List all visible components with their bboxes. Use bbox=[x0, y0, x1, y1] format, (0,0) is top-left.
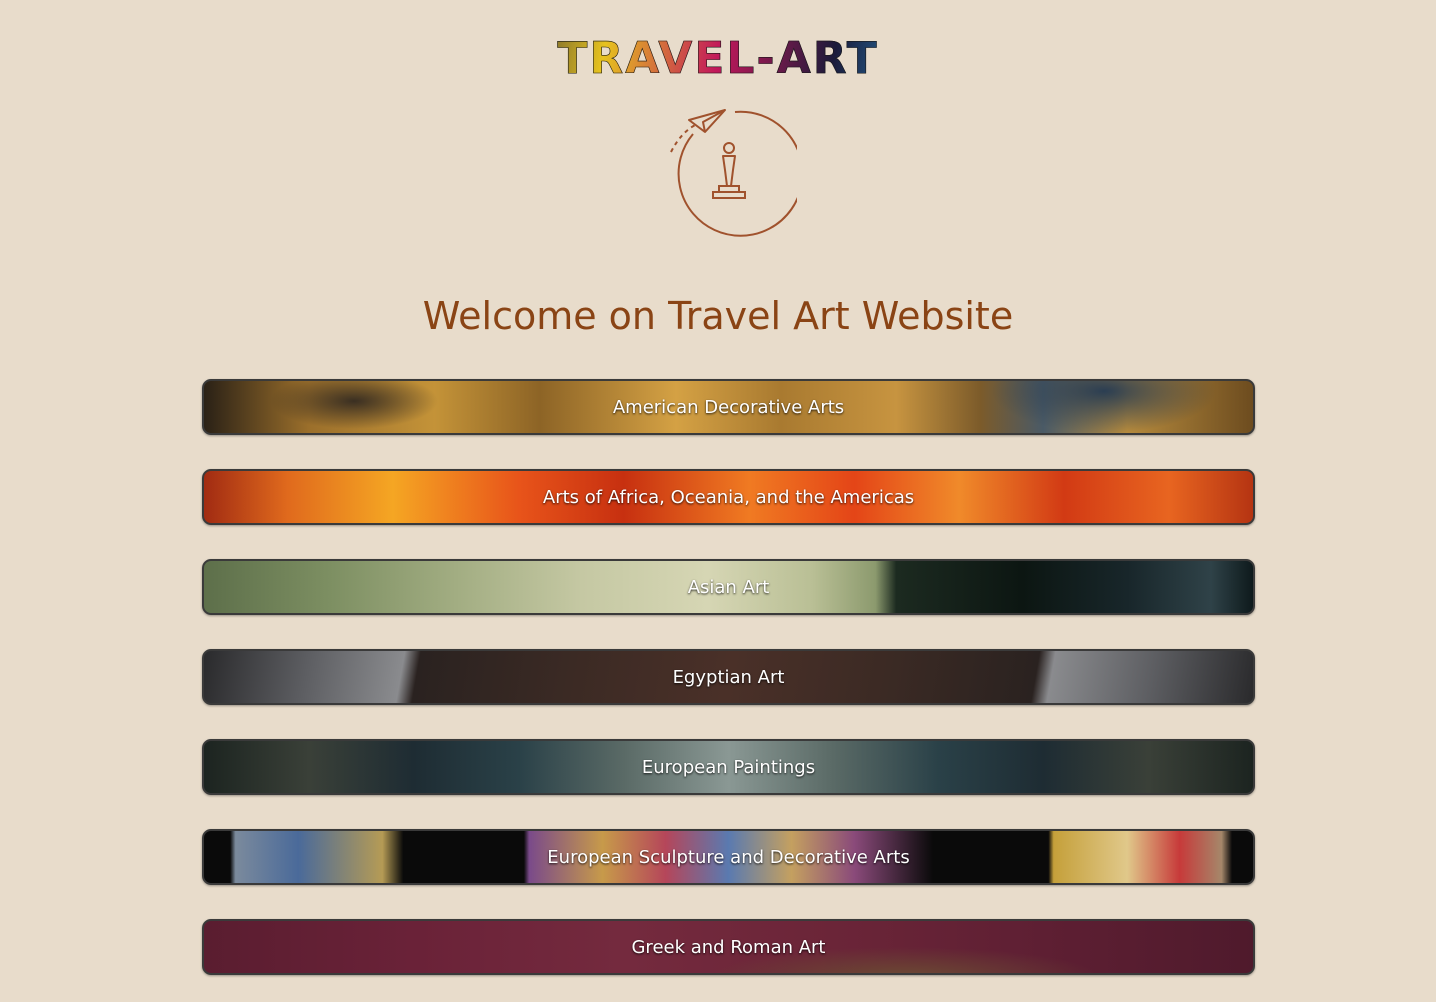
department-button-european-sculpture-decorative-arts[interactable]: European Sculpture and Decorative Arts bbox=[202, 829, 1255, 885]
department-label: European Paintings bbox=[641, 756, 816, 778]
department-label: Arts of Africa, Oceania, and the America… bbox=[542, 486, 915, 508]
department-list: American Decorative Arts Arts of Africa,… bbox=[202, 379, 1255, 1002]
paper-plane-trophy-icon bbox=[670, 109, 797, 237]
department-button-greek-roman-art[interactable]: Greek and Roman Art bbox=[202, 919, 1255, 975]
department-label: American Decorative Arts bbox=[612, 396, 845, 418]
department-label: Egyptian Art bbox=[672, 666, 785, 688]
department-label: Asian Art bbox=[687, 576, 770, 598]
department-button-egyptian-art[interactable]: Egyptian Art bbox=[202, 649, 1255, 705]
department-label: European Sculpture and Decorative Arts bbox=[547, 846, 910, 868]
welcome-heading: Welcome on Travel Art Website bbox=[422, 294, 1014, 338]
department-button-american-decorative-arts[interactable]: American Decorative Arts bbox=[202, 379, 1255, 435]
department-button-asian-art[interactable]: Asian Art bbox=[202, 559, 1255, 615]
department-button-european-paintings[interactable]: European Paintings bbox=[202, 739, 1255, 795]
department-button-arts-of-africa-oceania-americas[interactable]: Arts of Africa, Oceania, and the America… bbox=[202, 469, 1255, 525]
department-label: Greek and Roman Art bbox=[631, 936, 826, 958]
page: TRAVEL-ART Welcome on Travel Art Website… bbox=[0, 0, 1436, 1002]
brand-title[interactable]: TRAVEL-ART bbox=[0, 33, 1436, 84]
